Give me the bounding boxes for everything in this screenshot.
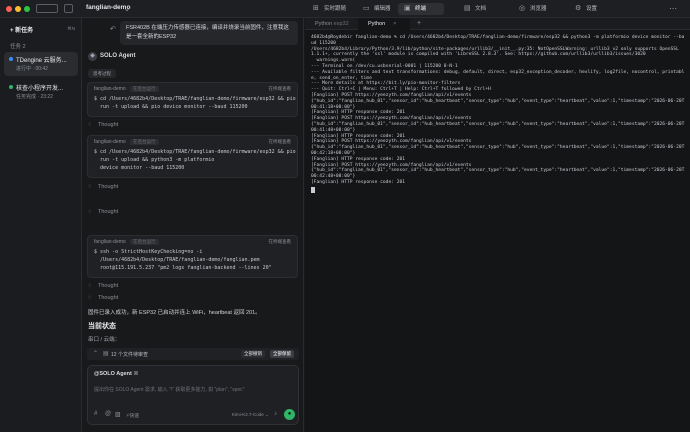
settings-icon: ⚙ [575,5,582,12]
send-button[interactable]: ● [284,409,295,420]
tab-follow[interactable]: ⊞ 实时跟随 [307,3,346,15]
tab-browser[interactable]: ◎ 浏览器 [513,3,547,15]
task-sidebar: + 新任务 ⌘N 任务 2 TDengine 云服务... 进行中 · 00:4… [0,18,82,432]
thought-item[interactable]: ◌ Thought [88,122,118,128]
file-icon: ▤ [103,351,109,357]
terminal-line: {"hub_id":"fanglian_hub_01","sensor_id":… [311,168,685,180]
undo-icon[interactable]: ↶ [110,25,116,33]
close-tab-icon[interactable]: × [393,21,396,27]
agent-name: SOLO Agent [100,53,136,59]
user-message: FSR402B 在端压力传感器已连接，编译并烧录当前固件，注意我这是一套全新的E… [120,21,298,45]
browser-icon: ◎ [519,5,526,12]
terminal-line: {"hub_id":"fanglian_hub_01","sensor_id":… [311,98,685,110]
done-status-icon [9,85,13,89]
command-block: fanglian-demo 在后台运行 在终端查看 $ cd /Users/46… [87,82,298,117]
command-block: fanglian-demo 在后台运行 在终端查看 $ ssh -o Stric… [87,235,298,278]
chat-panel: ↶ FSR402B 在端压力传感器已连接，编译并烧录当前固件，注意我这是一套全新… [82,18,304,432]
terminal-tab[interactable]: Python esp32 [305,18,357,30]
hash-icon[interactable]: # [94,411,97,417]
terminal-line: 4682b4@Roydebir fanglian-demo % cd /User… [311,35,685,46]
close-window-button[interactable] [6,6,12,12]
title-bar: fanglian-demo ⌄ ⊞ 实时跟随 ▭ 编辑器 ▣ 终端 ▤ 文档 ◎ 浏览器 … [0,0,690,18]
command-code: $ ssh -o StrictHostKeyChecking=no -i /Us… [94,249,272,271]
agent-avatar: ◆ [88,52,97,61]
new-task-button[interactable]: + 新任务 ⌘N [4,23,78,35]
terminal-icon: ▣ [404,5,411,12]
view-in-terminal-link[interactable]: 在终端查看 [269,139,292,145]
command-block: fanglian-demo 在后台运行 在终端查看 $ cd /Users/46… [87,135,298,178]
tab-docs[interactable]: ▤ 文档 [458,3,486,15]
follow-icon: ⊞ [313,5,319,12]
microphone-icon[interactable]: ♪ [274,411,277,417]
chevron-down-icon: ⌄ [265,412,269,417]
task-item[interactable]: 核查小程序开发... 任务完成 · 23:22 [4,80,78,104]
zoom-window-button[interactable] [24,6,30,12]
view-in-terminal-link[interactable]: 在终端查看 [269,239,292,245]
chat-input[interactable]: @SOLO Agent ⌘ 提出你在 SOLO Agent 需求, 输入 "/"… [87,365,299,425]
thinking-toggle[interactable]: 思考过程 [88,69,116,78]
terminal-line: /Users/4682b4/Library/Python/3.9/lib/pyt… [311,46,682,58]
tab-terminal[interactable]: ▣ 终端 [398,3,444,15]
task-item[interactable]: TDengine 云服务... 进行中 · 00:42 [4,52,78,76]
thought-icon: ◌ [88,209,92,215]
running-status-icon [9,57,13,61]
chevron-down-icon[interactable]: ⌄ [122,4,132,14]
at-icon[interactable]: @ [105,411,111,417]
thought-item[interactable]: ◌ Thought [88,209,118,215]
section-title: 当前状态 [88,323,116,330]
review-files-bar: ⌃ ▤ 12 个文件待审查 全部撤销 全部保留 [87,348,299,360]
chevron-up-icon[interactable]: ⌃ [93,350,98,357]
view-in-terminal-link[interactable]: 在终端查看 [269,86,292,92]
agent-mention: @SOLO Agent ⌘ [94,371,139,377]
reject-all-button[interactable]: 全部撤销 [241,350,265,358]
input-placeholder: 提出你在 SOLO Agent 需求, 输入 "/" 获取更多能力, 如 "pl… [94,387,245,393]
thought-icon: ◌ [88,184,92,190]
shortcut-icon: ⌘ [133,371,139,377]
terminal-line: [Fanglian] HTTP response code: 201 [311,179,406,185]
more-icon[interactable]: ⋯ [668,4,678,14]
thought-item[interactable]: ◌ Thought [88,295,118,301]
thought-icon: ◌ [88,283,92,289]
task-count: 任务 2 [10,44,26,50]
terminal-line: {"hub_id":"fanglian_hub_01","sensor_id":… [311,145,685,156]
section-subtitle: 串口 / 云端： [88,337,121,343]
terminal-output[interactable]: 4682b4@Roydebir fanglian-demo % cd /User… [311,35,687,193]
tab-editor[interactable]: ▭ 编辑器 [357,3,391,15]
docs-icon: ▤ [464,5,471,12]
command-code: $ cd /Users/4682b4/Desktop/TRAE/fanglian… [94,96,296,110]
add-terminal-icon[interactable]: + [417,20,421,27]
terminal-tab-bar: Python esp32 Python × + [305,18,690,30]
thought-icon: ◌ [88,122,92,128]
image-icon[interactable]: ▨ [115,411,121,418]
layout-icon[interactable] [64,4,73,13]
minimize-window-button[interactable] [15,6,21,12]
editor-icon: ▭ [363,5,370,12]
tab-settings[interactable]: ⚙ 设置 [569,3,597,15]
terminal-line: --- Available filters and text transform… [311,69,685,81]
summary-text: 固件已录入成功，新 ESP32 已启动并连上 WiFi，heartbeat 返回… [88,310,261,316]
terminal-tab[interactable]: Python × [358,18,410,30]
sidebar-toggle-icon[interactable] [36,4,58,13]
shortcut-hint: ⌘N [67,26,75,31]
thought-icon: ◌ [88,295,92,301]
terminal-cursor [311,186,315,193]
mode-toggle[interactable]: ⚡快速 [126,412,139,419]
accept-all-button[interactable]: 全部保留 [270,350,294,358]
terminal-line: {"hub_id":"fanglian_hub_01","sensor_id":… [311,121,685,133]
model-selector[interactable]: Kimi-K2.7-Code ⌄ [232,412,269,418]
thought-item[interactable]: ◌ Thought [88,184,118,190]
command-code: $ cd /Users/4682b4/Desktop/TRAE/fanglian… [94,149,296,171]
terminal-panel: Python esp32 Python × + 4682b4@Roydebir f… [305,18,690,432]
thought-item[interactable]: ◌ Thought [88,283,118,289]
